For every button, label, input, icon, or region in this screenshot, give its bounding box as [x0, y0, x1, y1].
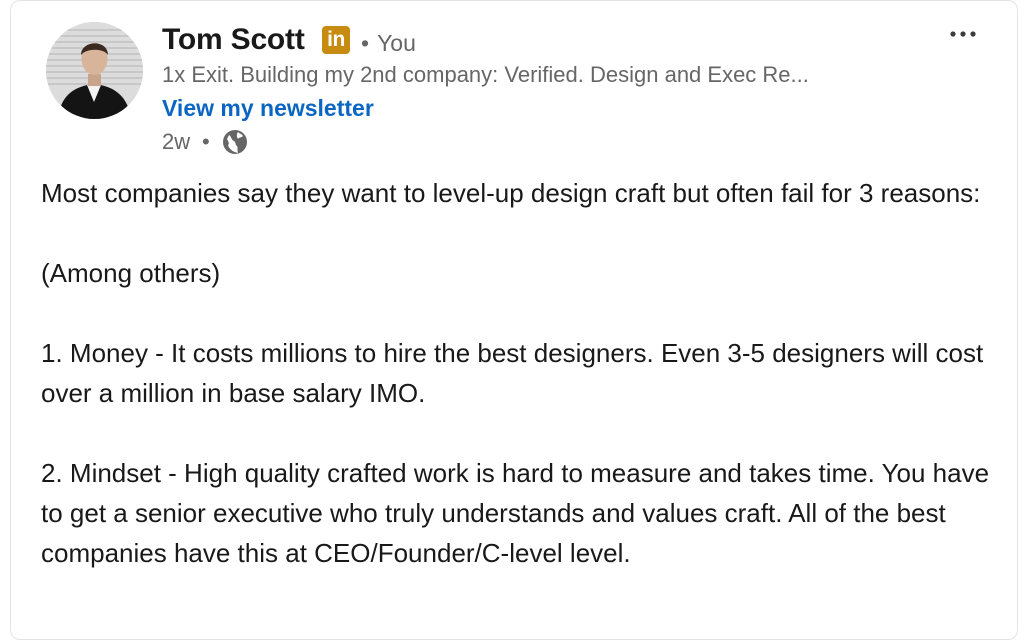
view-newsletter-link[interactable]: View my newsletter	[162, 93, 374, 123]
post-paragraph: 1. Money - It costs millions to hire the…	[41, 338, 984, 408]
post-paragraph: 2. Mindset - High quality crafted work i…	[41, 458, 990, 568]
post-paragraph: (Among others)	[41, 258, 221, 288]
post-card: Tom Scott in • You 1x Exit. Building my 2…	[10, 0, 1018, 640]
separator-dot: •	[202, 129, 210, 154]
post-body: Most companies say they want to level-up…	[41, 173, 1003, 613]
avatar[interactable]	[46, 22, 143, 119]
relation-label: You	[377, 30, 416, 56]
author-headline: 1x Exit. Building my 2nd company: Verifi…	[162, 62, 809, 87]
more-options-button[interactable]	[941, 19, 985, 49]
connection-degree: • You	[361, 28, 416, 58]
globe-icon	[221, 128, 249, 156]
author-name[interactable]: Tom Scott	[162, 21, 305, 59]
separator-dot: •	[361, 30, 370, 56]
linkedin-badge-icon: in	[322, 26, 350, 54]
post-paragraph: Most companies say they want to level-up…	[41, 178, 981, 208]
post-timestamp: 2w	[162, 129, 191, 154]
